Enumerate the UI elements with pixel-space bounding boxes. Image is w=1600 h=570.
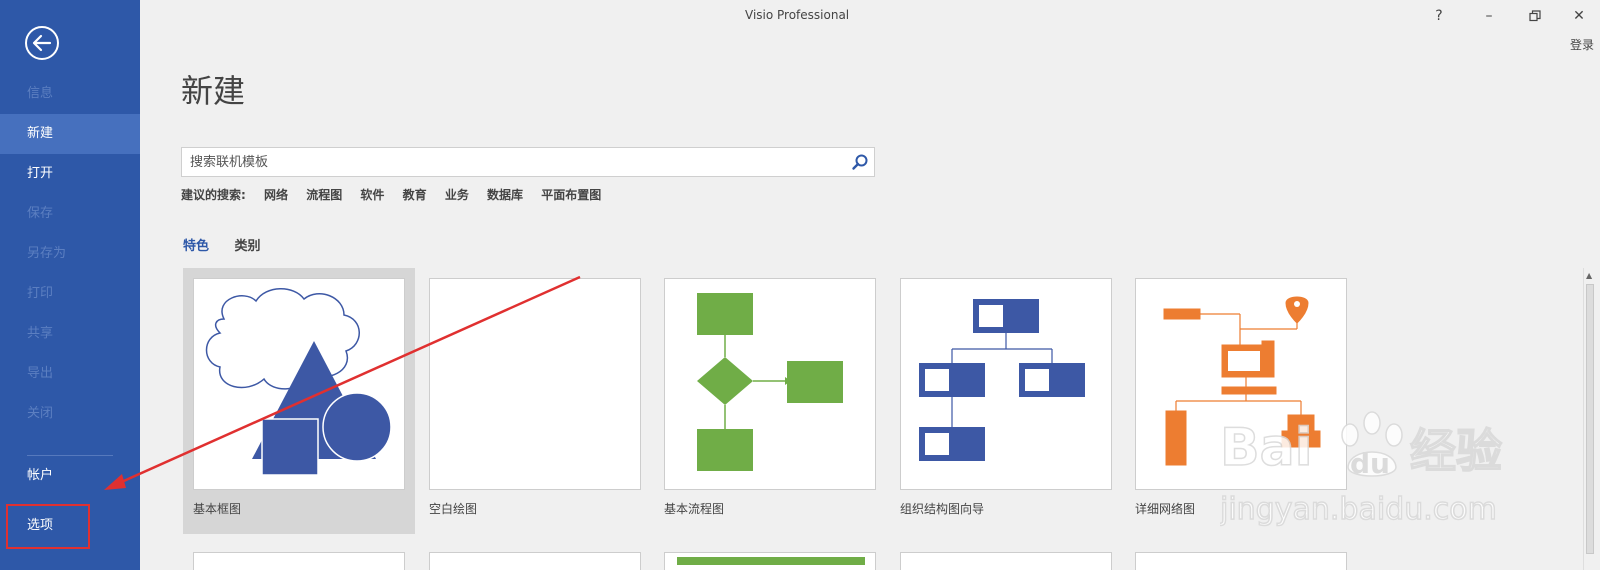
- suggested-search-software[interactable]: 软件: [360, 186, 384, 203]
- tab-featured[interactable]: 特色: [183, 235, 209, 254]
- watermark-cn: 经验: [1410, 424, 1502, 478]
- sidebar-item-close: 关闭: [27, 406, 54, 421]
- template-label: 基本框图: [193, 502, 242, 516]
- template-thumbnail: [429, 278, 641, 490]
- scroll-up-arrow-icon[interactable]: ▲: [1586, 272, 1594, 280]
- template-row2-item[interactable]: [429, 552, 641, 570]
- backstage-sidebar: 信息 新建 打开 保存 另存为 打印 共享 导出 关闭 帐户 选项: [0, 0, 140, 570]
- suggested-search-network[interactable]: 网络: [264, 186, 288, 203]
- org-chart-illustration: [919, 299, 1085, 461]
- template-label: 组织结构图向导: [900, 502, 985, 516]
- watermark-url: jingyan.baidu.com: [1220, 492, 1497, 527]
- scrollbar-thumb[interactable]: [1586, 284, 1594, 554]
- tab-categories[interactable]: 类别: [235, 235, 261, 254]
- search-icon[interactable]: [851, 153, 869, 171]
- basic-shapes-illustration: [205, 288, 392, 476]
- sidebar-item-save-as: 另存为: [27, 246, 67, 261]
- sidebar-item-new[interactable]: 新建: [0, 114, 140, 154]
- search-box: [181, 147, 875, 177]
- search-input[interactable]: [182, 148, 842, 176]
- sidebar-item-export: 导出: [27, 366, 54, 381]
- template-label: 详细网络图: [1135, 502, 1196, 516]
- template-label: 空白绘图: [429, 502, 478, 516]
- sidebar-item-open[interactable]: 打开: [0, 154, 140, 194]
- template-row2-green-bar: [677, 557, 865, 565]
- template-row2-item[interactable]: [900, 552, 1112, 570]
- minimize-button[interactable]: –: [1477, 6, 1501, 26]
- template-row2-item[interactable]: [193, 552, 405, 570]
- page-title: 新建: [181, 72, 246, 110]
- help-button[interactable]: ?: [1427, 6, 1451, 26]
- suggested-search-flowchart[interactable]: 流程图: [306, 186, 342, 203]
- suggested-search-floor-plan[interactable]: 平面布置图: [541, 186, 601, 203]
- flowchart-illustration: [697, 293, 843, 471]
- template-row2-item[interactable]: [664, 552, 876, 570]
- sidebar-item-account[interactable]: 帐户: [0, 456, 140, 496]
- watermark-brand-du: du: [1350, 447, 1390, 480]
- sidebar-item-share: 共享: [27, 326, 54, 341]
- window-title: Visio Professional: [745, 8, 850, 22]
- template-thumbnail: [193, 278, 405, 490]
- suggested-search-education[interactable]: 教育: [403, 186, 427, 203]
- template-row2-item[interactable]: [1135, 552, 1347, 570]
- suggested-searches-label: 建议的搜索:: [181, 188, 246, 202]
- annotation-highlight-box: [6, 504, 90, 549]
- template-thumbnail: [900, 278, 1112, 490]
- close-button[interactable]: ✕: [1567, 6, 1591, 26]
- template-thumbnail: [664, 278, 876, 490]
- baidu-jingyan-watermark: Bai du 经验 jingyan.baidu.com: [1220, 411, 1503, 528]
- suggested-search-database[interactable]: 数据库: [487, 186, 523, 203]
- sidebar-item-save: 保存: [27, 206, 54, 221]
- template-tabs: 特色 类别: [183, 235, 282, 254]
- watermark-brand: Bai: [1220, 418, 1313, 478]
- suggested-searches: 建议的搜索: 网络 流程图 软件 教育 业务 数据库 平面布置图: [181, 186, 615, 203]
- sidebar-item-info: 信息: [27, 86, 54, 101]
- restore-button[interactable]: [1523, 6, 1547, 26]
- template-label: 基本流程图: [664, 502, 725, 516]
- restore-icon: [1529, 10, 1541, 22]
- suggested-search-business[interactable]: 业务: [445, 186, 469, 203]
- sidebar-item-print: 打印: [27, 286, 54, 301]
- back-arrow-icon[interactable]: [24, 25, 60, 61]
- login-link[interactable]: 登录: [1570, 36, 1594, 53]
